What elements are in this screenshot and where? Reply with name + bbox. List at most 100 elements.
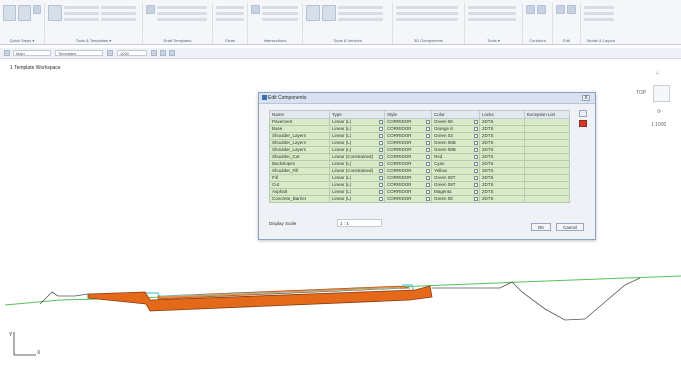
cell-type[interactable]: Linear (L) xyxy=(329,174,385,182)
table-row[interactable]: Shoulder_Layers Linear (L) CORRIDOR Green 0… xyxy=(269,146,570,154)
cell-type[interactable]: Linear (L) xyxy=(329,195,385,203)
cell-exception[interactable] xyxy=(524,132,570,140)
cell-color[interactable]: Yellow xyxy=(431,167,480,175)
cell-name[interactable]: Shoulder_Layers xyxy=(269,139,330,147)
cell-color[interactable]: Green 08B xyxy=(431,139,480,147)
cell-exception[interactable] xyxy=(524,188,570,196)
dropdown-arrow-icon[interactable] xyxy=(474,162,478,166)
cell-name[interactable]: Shoulder_Cut xyxy=(269,153,330,161)
table-row[interactable]: Backslopes Linear (L) CORRIDOR Cyan 2DTS xyxy=(269,160,570,168)
cell-type[interactable]: Linear (Constrained) xyxy=(329,153,385,161)
cell-exception[interactable] xyxy=(524,167,570,175)
cell-locks[interactable]: 2DTS xyxy=(479,167,525,175)
cell-type[interactable]: Linear (L) xyxy=(329,160,385,168)
cell-style[interactable]: CORRIDOR xyxy=(384,181,432,189)
table-row[interactable]: Asphalt Linear (L) CORRIDOR Magenta 2DTS xyxy=(269,188,570,196)
cell-name[interactable]: Fill xyxy=(269,174,330,182)
dropdown-arrow-icon[interactable] xyxy=(379,141,383,145)
cell-name[interactable]: Cut xyxy=(269,181,330,189)
cell-locks[interactable]: 2DTS xyxy=(479,146,525,154)
cell-locks[interactable]: 2DTS xyxy=(479,118,525,126)
dropdown-arrow-icon[interactable] xyxy=(379,155,383,159)
cell-exception[interactable] xyxy=(524,174,570,182)
cell-type[interactable]: Linear (L) xyxy=(329,118,385,126)
column-header-exception-list[interactable]: Exception List xyxy=(524,110,570,119)
cell-locks[interactable]: 2DTS xyxy=(479,153,525,161)
cell-type[interactable]: Linear (Constrained) xyxy=(329,167,385,175)
dropdown-arrow-icon[interactable] xyxy=(474,120,478,124)
cell-exception[interactable] xyxy=(524,181,570,189)
column-header-type[interactable]: Type xyxy=(329,110,385,119)
dropdown-arrow-icon[interactable] xyxy=(379,162,383,166)
cell-color[interactable]: Orange 8 xyxy=(431,125,480,133)
cell-exception[interactable] xyxy=(524,118,570,126)
dialog-title-bar[interactable]: Edit Components X xyxy=(259,93,595,104)
cell-locks[interactable]: 2DTS xyxy=(479,160,525,168)
cell-exception[interactable] xyxy=(524,195,570,203)
cell-locks[interactable]: 2DTS xyxy=(479,139,525,147)
dropdown-arrow-icon[interactable] xyxy=(379,176,383,180)
cell-name[interactable]: Shoulder_Layers xyxy=(269,132,330,140)
delete-row-button[interactable] xyxy=(579,120,587,127)
cell-exception[interactable] xyxy=(524,146,570,154)
table-row[interactable]: Pavement Linear (L) CORRIDOR Green 08 2DTS xyxy=(269,118,570,126)
cell-locks[interactable]: 2DTS xyxy=(479,188,525,196)
dropdown-arrow-icon[interactable] xyxy=(379,134,383,138)
cell-style[interactable]: CORRIDOR xyxy=(384,153,432,161)
dropdown-arrow-icon[interactable] xyxy=(474,127,478,131)
cell-type[interactable]: Linear (L) xyxy=(329,139,385,147)
dropdown-arrow-icon[interactable] xyxy=(426,141,430,145)
dropdown-arrow-icon[interactable] xyxy=(379,197,383,201)
dropdown-arrow-icon[interactable] xyxy=(379,148,383,152)
display-scale-input[interactable]: 1 : 1 xyxy=(337,219,382,227)
cell-name[interactable]: Concrete_Barrier xyxy=(269,195,330,203)
cell-name[interactable]: Pavement xyxy=(269,118,330,126)
dropdown-arrow-icon[interactable] xyxy=(426,120,430,124)
dropdown-arrow-icon[interactable] xyxy=(474,134,478,138)
dropdown-arrow-icon[interactable] xyxy=(426,183,430,187)
table-row[interactable]: Shoulder_Fill Linear (Constrained) CORRIDO… xyxy=(269,167,570,175)
cell-locks[interactable]: 2DTS xyxy=(479,181,525,189)
cell-style[interactable]: CORRIDOR xyxy=(384,195,432,203)
dropdown-arrow-icon[interactable] xyxy=(426,127,430,131)
cell-locks[interactable]: 2DTS xyxy=(479,132,525,140)
cell-style[interactable]: CORRIDOR xyxy=(384,160,432,168)
dropdown-arrow-icon[interactable] xyxy=(426,197,430,201)
cell-locks[interactable]: 2DTS xyxy=(479,125,525,133)
cell-type[interactable]: Linear (L) xyxy=(329,132,385,140)
table-row[interactable]: Cut Linear (L) CORRIDOR Green 08T 2DTS xyxy=(269,181,570,189)
cell-name[interactable]: Base xyxy=(269,125,330,133)
cell-style[interactable]: CORRIDOR xyxy=(384,146,432,154)
cell-color[interactable]: Green 08 xyxy=(431,195,480,203)
cell-style[interactable]: CORRIDOR xyxy=(384,132,432,140)
dropdown-arrow-icon[interactable] xyxy=(474,183,478,187)
dropdown-arrow-icon[interactable] xyxy=(474,148,478,152)
dropdown-arrow-icon[interactable] xyxy=(426,155,430,159)
cell-color[interactable]: Green 08B xyxy=(431,146,480,154)
close-button[interactable]: X xyxy=(582,95,590,101)
cell-name[interactable]: Asphalt xyxy=(269,188,330,196)
table-row[interactable]: Base Linear (L) CORRIDOR Orange 8 2DTS xyxy=(269,125,570,133)
cell-color[interactable]: Red xyxy=(431,153,480,161)
cell-color[interactable]: Magenta xyxy=(431,188,480,196)
table-row[interactable]: Shoulder_Cut Linear (Constrained) CORRIDOR… xyxy=(269,153,570,161)
dropdown-arrow-icon[interactable] xyxy=(426,169,430,173)
cell-style[interactable]: CORRIDOR xyxy=(384,174,432,182)
dropdown-arrow-icon[interactable] xyxy=(474,155,478,159)
table-row[interactable]: Fill Linear (L) CORRIDOR Green 08T 2DTS xyxy=(269,174,570,182)
cancel-button[interactable]: Cancel xyxy=(556,223,584,231)
column-header-color[interactable]: Color xyxy=(431,110,480,119)
dropdown-arrow-icon[interactable] xyxy=(426,190,430,194)
cell-color[interactable]: Green 08T xyxy=(431,181,480,189)
dropdown-arrow-icon[interactable] xyxy=(379,169,383,173)
dropdown-arrow-icon[interactable] xyxy=(379,190,383,194)
cell-style[interactable]: CORRIDOR xyxy=(384,139,432,147)
cell-locks[interactable]: 2DTS xyxy=(479,195,525,203)
cell-style[interactable]: CORRIDOR xyxy=(384,188,432,196)
table-row[interactable]: Shoulder_Layers Linear (L) CORRIDOR Green 0… xyxy=(269,139,570,147)
cell-exception[interactable] xyxy=(524,160,570,168)
cell-type[interactable]: Linear (L) xyxy=(329,188,385,196)
table-row[interactable]: Shoulder_Layers Linear (L) CORRIDOR Green 0… xyxy=(269,132,570,140)
dropdown-arrow-icon[interactable] xyxy=(379,127,383,131)
dropdown-arrow-icon[interactable] xyxy=(426,176,430,180)
